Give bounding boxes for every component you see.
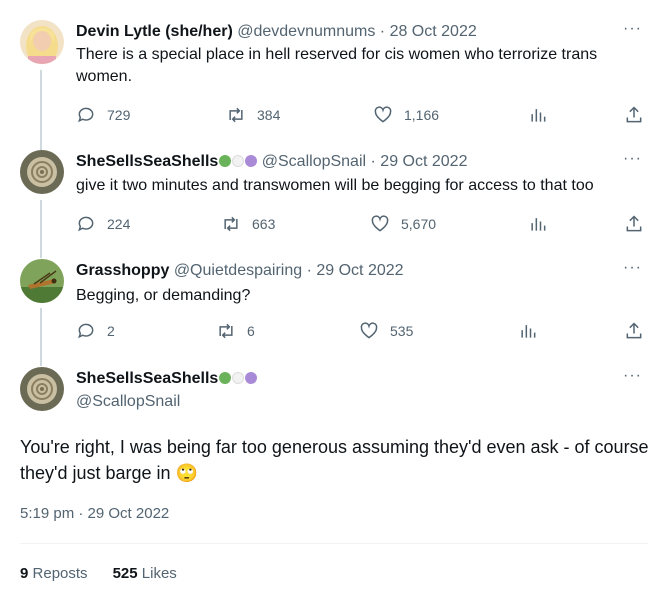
engagement-stats: 9 Reposts 525 Likes <box>20 565 177 582</box>
tweet-date[interactable]: 28 Oct 2022 <box>390 23 477 40</box>
tweet-timestamp[interactable]: 5:19 pm · 29 Oct 2022 <box>20 505 169 522</box>
reposts-stat[interactable]: 9 Reposts <box>20 565 88 582</box>
main-tweet: SheSellsSeaShells @ScallopSnail ··· You'… <box>0 358 668 600</box>
repost-icon <box>219 323 233 339</box>
repost-count: 663 <box>252 216 276 232</box>
reply-tweet[interactable]: SheSellsSeaShells @ScallopSnail · 29 Oct… <box>0 140 668 250</box>
views-icon <box>531 109 546 122</box>
reposts-count: 9 <box>20 565 29 582</box>
action-bar: 224 663 5,670 <box>76 212 656 236</box>
more-icon[interactable]: ··· <box>623 259 642 277</box>
likes-stat[interactable]: 525 Likes <box>113 565 177 582</box>
reply-count: 729 <box>107 107 131 123</box>
likes-label: Likes <box>141 565 177 582</box>
views-button[interactable] <box>528 103 548 127</box>
views-button[interactable] <box>518 319 538 343</box>
author-name[interactable]: SheSellsSeaShells <box>76 153 218 170</box>
share-button[interactable] <box>624 212 644 236</box>
author-handle[interactable]: @Quietdespairing <box>174 262 302 279</box>
like-button[interactable]: 1,166 <box>373 103 439 127</box>
share-icon <box>626 215 642 232</box>
repost-count: 384 <box>257 107 281 123</box>
share-button[interactable] <box>624 103 644 127</box>
like-count: 1,166 <box>404 107 440 123</box>
reply-tweet[interactable]: Grasshoppy @Quietdespairing · 29 Oct 202… <box>0 250 668 358</box>
purple-heart-icon <box>245 155 258 167</box>
tweet-text: Begging, or demanding? <box>76 287 251 304</box>
tweet-text: There is a special place in hell reserve… <box>76 46 598 85</box>
reply-icon <box>78 323 94 339</box>
tweet-date[interactable]: 29 Oct 2022 <box>316 262 403 279</box>
like-count: 5,670 <box>401 216 437 232</box>
reply-count: 2 <box>107 323 115 339</box>
white-heart-icon <box>232 155 245 167</box>
avatar[interactable] <box>20 367 64 411</box>
author-handle[interactable]: @devdevnumnums <box>237 23 375 40</box>
share-button[interactable] <box>624 319 644 343</box>
green-heart-icon <box>219 372 232 384</box>
views-icon <box>531 218 546 231</box>
tweet-text: give it two minutes and transwomen will … <box>76 177 594 194</box>
divider <box>20 543 648 544</box>
repost-button[interactable]: 6 <box>216 319 255 343</box>
reply-button[interactable]: 224 <box>76 212 130 236</box>
like-icon <box>374 106 392 123</box>
share-icon <box>626 106 642 123</box>
repost-count: 6 <box>247 323 255 339</box>
repost-button[interactable]: 663 <box>221 212 275 236</box>
author-name[interactable]: SheSellsSeaShells <box>76 370 218 387</box>
tweet-date[interactable]: 29 Oct 2022 <box>380 153 467 170</box>
reply-button[interactable]: 729 <box>76 103 130 127</box>
reply-icon <box>78 107 94 123</box>
eye-roll-emoji: 🙄 <box>175 463 198 483</box>
more-icon[interactable]: ··· <box>623 367 642 385</box>
repost-button[interactable]: 384 <box>226 103 280 127</box>
reply-count: 224 <box>107 216 131 232</box>
separator: · <box>370 153 376 170</box>
like-count: 535 <box>390 323 414 339</box>
reply-icon <box>78 216 94 232</box>
views-icon <box>521 325 536 338</box>
separator: · <box>379 23 386 40</box>
author-name[interactable]: Grasshoppy <box>76 262 169 279</box>
views-button[interactable] <box>528 212 548 236</box>
tweet-text: You're right, I was being far too genero… <box>20 434 650 486</box>
white-heart-icon <box>232 372 245 384</box>
action-bar: 729 384 1,166 <box>76 103 656 127</box>
author-handle[interactable]: @ScallopSnail <box>76 392 180 412</box>
avatar[interactable] <box>20 20 64 64</box>
tweet-body: You're right, I was being far too genero… <box>20 437 649 483</box>
author-name[interactable]: Devin Lytle (she/her) <box>76 23 233 40</box>
more-icon[interactable]: ··· <box>623 20 642 38</box>
likes-count: 525 <box>112 565 138 582</box>
green-heart-icon <box>219 155 232 167</box>
reply-tweet[interactable]: Devin Lytle (she/her) @devdevnumnums · 2… <box>0 0 668 140</box>
share-icon <box>626 322 642 339</box>
reposts-label: Reposts <box>32 565 88 582</box>
purple-heart-icon <box>245 372 258 384</box>
author-handle[interactable]: @ScallopSnail <box>262 153 366 170</box>
like-icon <box>360 322 378 339</box>
like-icon <box>371 215 389 232</box>
like-button[interactable]: 5,670 <box>370 212 436 236</box>
repost-icon <box>229 107 243 123</box>
repost-icon <box>224 216 238 232</box>
avatar[interactable] <box>20 259 64 303</box>
separator: · <box>306 262 312 279</box>
more-icon[interactable]: ··· <box>623 150 642 168</box>
avatar[interactable] <box>20 150 64 194</box>
reply-button[interactable]: 2 <box>76 319 115 343</box>
action-bar: 2 6 535 <box>76 319 656 343</box>
like-button[interactable]: 535 <box>359 319 413 343</box>
